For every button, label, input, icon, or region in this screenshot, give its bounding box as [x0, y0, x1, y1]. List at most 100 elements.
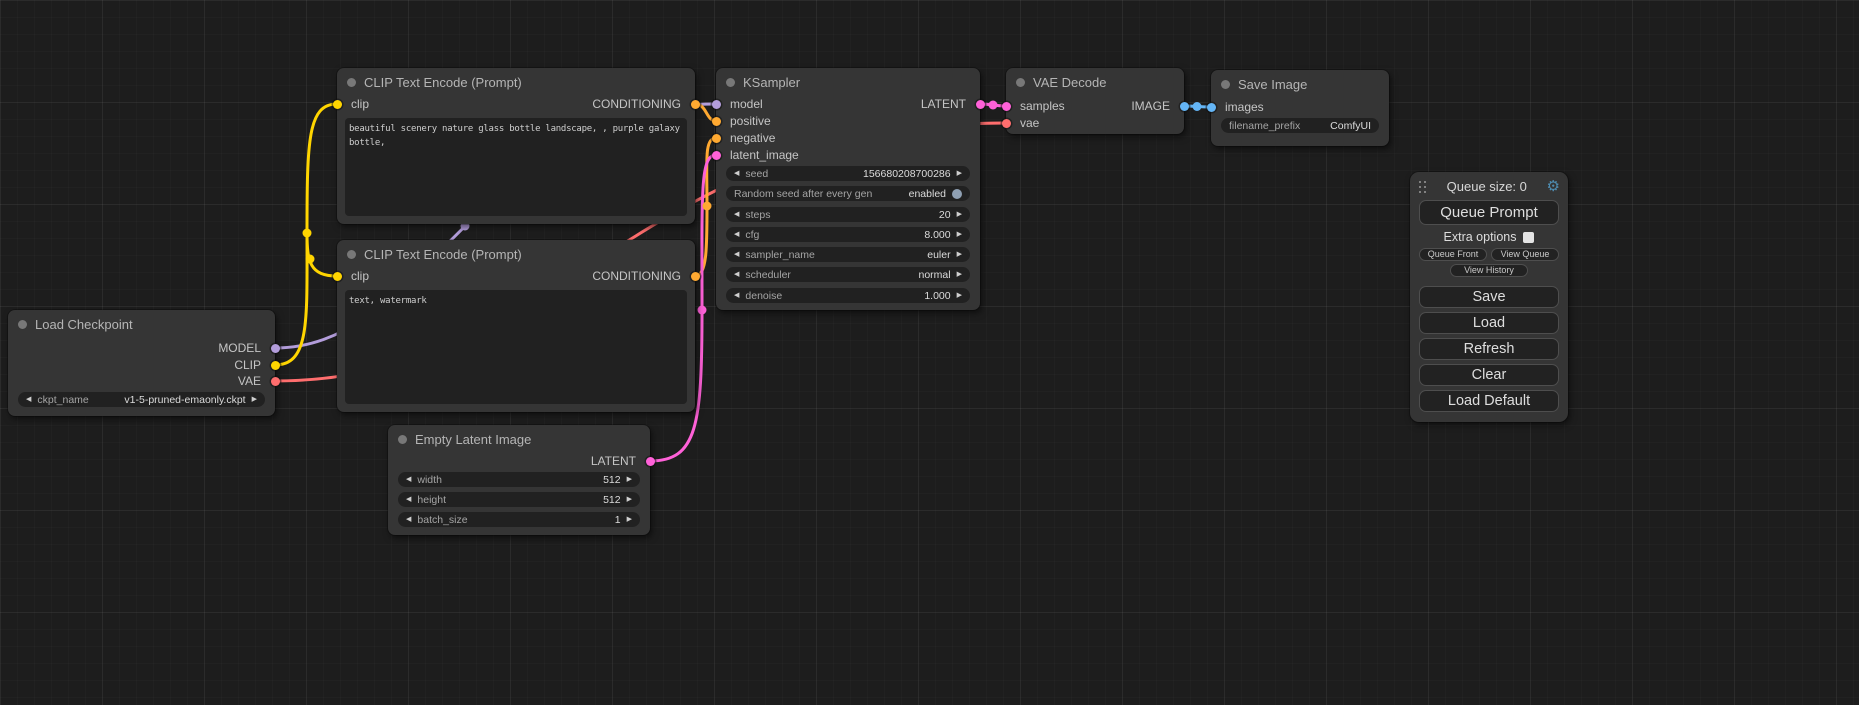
denoise-widget[interactable]: ◀ denoise 1.000 ▶: [726, 288, 970, 303]
clip-input-port[interactable]: [333, 272, 342, 281]
collapse-dot[interactable]: [398, 435, 407, 444]
node-vae-decode[interactable]: VAE Decode samples vae IMAGE: [1006, 68, 1184, 134]
positive-input-port[interactable]: [712, 117, 721, 126]
prompt-text-area[interactable]: beautiful scenery nature glass bottle la…: [345, 118, 687, 216]
widget-decrement-icon[interactable]: ◀: [406, 516, 411, 523]
input-negative: negative: [730, 131, 775, 145]
node-titlebar[interactable]: Load Checkpoint: [8, 310, 275, 336]
vae-input-port[interactable]: [1002, 119, 1011, 128]
widget-increment-icon[interactable]: ▶: [252, 396, 257, 403]
collapse-dot[interactable]: [726, 78, 735, 87]
widget-decrement-icon[interactable]: ◀: [734, 271, 739, 278]
widget-label: seed: [745, 168, 768, 180]
collapse-dot[interactable]: [1016, 78, 1025, 87]
conditioning-output-port[interactable]: [691, 272, 700, 281]
widget-decrement-icon[interactable]: ◀: [734, 211, 739, 218]
widget-decrement-icon[interactable]: ◀: [734, 251, 739, 258]
model-input-port[interactable]: [712, 100, 721, 109]
drag-handle-icon[interactable]: [1418, 180, 1427, 193]
model-output-port[interactable]: [271, 344, 280, 353]
refresh-button[interactable]: Refresh: [1419, 338, 1559, 360]
input-label: clip: [351, 269, 369, 283]
extra-options-checkbox[interactable]: [1523, 232, 1534, 243]
settings-gear-icon[interactable]: ⚙: [1547, 179, 1560, 194]
collapse-dot[interactable]: [347, 250, 356, 259]
node-ksampler[interactable]: KSampler model positive negative latent_…: [716, 68, 980, 310]
queue-prompt-button[interactable]: Queue Prompt: [1419, 200, 1559, 225]
widget-increment-icon[interactable]: ▶: [957, 170, 962, 177]
widget-value: normal: [919, 269, 951, 281]
widget-decrement-icon[interactable]: ◀: [734, 170, 739, 177]
node-titlebar[interactable]: CLIP Text Encode (Prompt): [337, 68, 695, 94]
clip-output-port[interactable]: [271, 361, 280, 370]
images-input-port[interactable]: [1207, 103, 1216, 112]
view-queue-button[interactable]: View Queue: [1491, 248, 1559, 261]
samples-input-port[interactable]: [1002, 102, 1011, 111]
conditioning-output-port[interactable]: [691, 100, 700, 109]
widget-decrement-icon[interactable]: ◀: [26, 396, 31, 403]
widget-value: 1: [615, 514, 621, 526]
scheduler-widget[interactable]: ◀ scheduler normal ▶: [726, 267, 970, 282]
latent-output-port[interactable]: [646, 457, 655, 466]
widget-increment-icon[interactable]: ▶: [627, 476, 632, 483]
widget-value: 20: [939, 209, 951, 221]
widget-increment-icon[interactable]: ▶: [627, 496, 632, 503]
sampler-name-widget[interactable]: ◀ sampler_name euler ▶: [726, 247, 970, 262]
load-default-button[interactable]: Load Default: [1419, 390, 1559, 412]
queue-size-label: Queue size: 0: [1427, 179, 1547, 194]
height-widget[interactable]: ◀ height 512 ▶: [398, 492, 640, 507]
node-titlebar[interactable]: Empty Latent Image: [388, 425, 650, 451]
widget-increment-icon[interactable]: ▶: [957, 292, 962, 299]
widget-increment-icon[interactable]: ▶: [957, 271, 962, 278]
widget-decrement-icon[interactable]: ◀: [406, 476, 411, 483]
seed-widget[interactable]: ◀ seed 156680208700286 ▶: [726, 166, 970, 181]
cfg-widget[interactable]: ◀ cfg 8.000 ▶: [726, 227, 970, 242]
node-titlebar[interactable]: KSampler: [716, 68, 980, 94]
widget-decrement-icon[interactable]: ◀: [734, 231, 739, 238]
latent-image-input-port[interactable]: [712, 151, 721, 160]
node-clip-text-encode-negative[interactable]: CLIP Text Encode (Prompt) clip CONDITION…: [337, 240, 695, 412]
output-label: LATENT: [591, 454, 636, 468]
batch-size-widget[interactable]: ◀ batch_size 1 ▶: [398, 512, 640, 527]
node-clip-text-encode-positive[interactable]: CLIP Text Encode (Prompt) clip CONDITION…: [337, 68, 695, 224]
widget-value: ComfyUI: [1330, 120, 1371, 132]
node-titlebar[interactable]: CLIP Text Encode (Prompt): [337, 240, 695, 266]
negative-input-port[interactable]: [712, 134, 721, 143]
input-label: samples: [1020, 99, 1065, 113]
widget-decrement-icon[interactable]: ◀: [734, 292, 739, 299]
save-button[interactable]: Save: [1419, 286, 1559, 308]
node-titlebar[interactable]: Save Image: [1211, 70, 1389, 96]
clip-input-port[interactable]: [333, 100, 342, 109]
toggle-indicator[interactable]: [952, 189, 962, 199]
width-widget[interactable]: ◀ width 512 ▶: [398, 472, 640, 487]
node-empty-latent-image[interactable]: Empty Latent Image LATENT ◀ width 512 ▶ …: [388, 425, 650, 535]
view-history-button[interactable]: View History: [1450, 264, 1528, 277]
widget-increment-icon[interactable]: ▶: [957, 251, 962, 258]
widget-increment-icon[interactable]: ▶: [957, 211, 962, 218]
input-images: images: [1225, 100, 1264, 114]
widget-increment-icon[interactable]: ▶: [627, 516, 632, 523]
node-titlebar[interactable]: VAE Decode: [1006, 68, 1184, 94]
collapse-dot[interactable]: [1221, 80, 1230, 89]
load-button[interactable]: Load: [1419, 312, 1559, 334]
input-label: negative: [730, 131, 775, 145]
node-save-image[interactable]: Save Image images filename_prefix ComfyU…: [1211, 70, 1389, 146]
random-seed-toggle[interactable]: Random seed after every gen enabled: [726, 186, 970, 201]
widget-increment-icon[interactable]: ▶: [957, 231, 962, 238]
node-load-checkpoint[interactable]: Load Checkpoint MODEL CLIP VAE ◀ ckpt_na…: [8, 310, 275, 416]
collapse-dot[interactable]: [347, 78, 356, 87]
ckpt-name-widget[interactable]: ◀ ckpt_name v1-5-pruned-emaonly.ckpt ▶: [18, 392, 265, 407]
image-output-port[interactable]: [1180, 102, 1189, 111]
queue-front-button[interactable]: Queue Front: [1419, 248, 1487, 261]
widget-decrement-icon[interactable]: ◀: [406, 496, 411, 503]
vae-output-port[interactable]: [271, 377, 280, 386]
widget-value: 512: [603, 474, 621, 486]
latent-output-port[interactable]: [976, 100, 985, 109]
prompt-text-area[interactable]: text, watermark: [345, 290, 687, 404]
filename-prefix-widget[interactable]: filename_prefix ComfyUI: [1221, 118, 1379, 133]
steps-widget[interactable]: ◀ steps 20 ▶: [726, 207, 970, 222]
collapse-dot[interactable]: [18, 320, 27, 329]
node-title: CLIP Text Encode (Prompt): [364, 247, 522, 262]
output-label: CONDITIONING: [592, 97, 681, 111]
clear-button[interactable]: Clear: [1419, 364, 1559, 386]
